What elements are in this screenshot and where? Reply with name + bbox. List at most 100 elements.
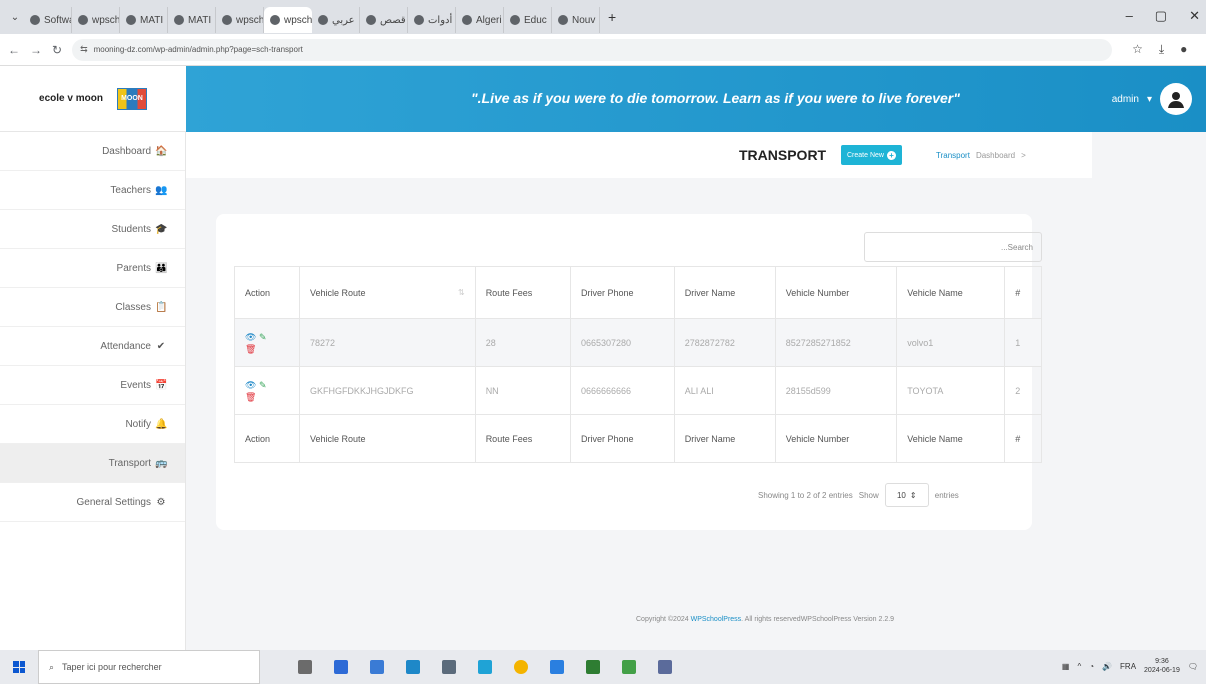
start-button[interactable] bbox=[0, 650, 38, 684]
bell-icon: 🔔 bbox=[155, 418, 168, 430]
user-menu[interactable]: admin ▾ bbox=[1112, 83, 1192, 115]
search-input[interactable]: ...Search bbox=[864, 232, 1042, 262]
browser-tab[interactable]: wpsch✕ bbox=[216, 7, 264, 33]
top-header: ".Live as if you were to die tomorrow. L… bbox=[186, 66, 1206, 132]
download-icon[interactable]: ⤓ bbox=[1159, 42, 1164, 57]
keyboard-icon[interactable]: ▦ bbox=[1062, 662, 1070, 671]
browser-tab[interactable]: wpsch✕ bbox=[72, 7, 120, 33]
app-icon[interactable] bbox=[370, 660, 384, 674]
col-action-footer: Action bbox=[234, 414, 300, 463]
edge-icon[interactable] bbox=[478, 660, 492, 674]
maximize-button[interactable]: ▢ bbox=[1155, 8, 1167, 24]
reload-icon[interactable]: ↻ bbox=[52, 43, 62, 57]
volume-icon[interactable]: 🔊 bbox=[1102, 662, 1112, 671]
col-vehicle-name-footer: Vehicle Name bbox=[896, 414, 1006, 463]
select-arrows-icon: ⇕ bbox=[909, 490, 917, 500]
minimize-button[interactable]: – bbox=[1126, 8, 1133, 24]
col-route-fees[interactable]: Route Fees bbox=[474, 266, 572, 319]
app-icon[interactable] bbox=[442, 660, 456, 674]
sidebar-item-attendance[interactable]: Attendance ✔ bbox=[0, 327, 185, 366]
col-driver-name[interactable]: Driver Name bbox=[673, 266, 776, 319]
create-new-button[interactable]: Create New + bbox=[841, 145, 902, 165]
sidebar-item-notify[interactable]: Notify 🔔 bbox=[0, 405, 185, 444]
chevron-up-icon[interactable]: ^ bbox=[1077, 662, 1081, 671]
browser-tab[interactable]: Nouv✕ bbox=[552, 7, 600, 33]
browser-tab-active[interactable]: wpsch✕ bbox=[264, 7, 312, 33]
app-icon[interactable] bbox=[622, 660, 636, 674]
notifications-icon[interactable]: 🗨 bbox=[1188, 662, 1198, 671]
edit-icon[interactable]: ✎ bbox=[259, 332, 267, 342]
view-eye-icon[interactable]: 👁 bbox=[245, 380, 256, 390]
view-eye-icon[interactable]: 👁 bbox=[245, 332, 256, 342]
network-icon[interactable]: ◔ bbox=[1089, 662, 1094, 671]
tab-search-icon[interactable]: ⌄ bbox=[6, 12, 24, 23]
language-indicator[interactable]: FRA bbox=[1120, 662, 1136, 671]
clock[interactable]: 9:36 2024-06-19 bbox=[1144, 657, 1180, 675]
profile-icon[interactable]: ● bbox=[1180, 42, 1187, 57]
app-icon[interactable] bbox=[658, 660, 672, 674]
browser-tab[interactable]: أدوات✕ bbox=[408, 7, 456, 33]
favicon-icon bbox=[366, 15, 376, 25]
new-tab-button[interactable]: + bbox=[600, 9, 624, 25]
cell-driver-phone: 0666666666 bbox=[570, 366, 675, 415]
sidebar-item-teachers[interactable]: Teachers 👥 bbox=[0, 171, 185, 210]
sidebar-item-students[interactable]: Students 🎓 bbox=[0, 210, 185, 249]
url-field[interactable]: ⇆ mooning-dz.com/wp-admin/admin.php?page… bbox=[72, 38, 1113, 61]
app-icon[interactable] bbox=[586, 660, 600, 674]
col-vehicle-number[interactable]: Vehicle Number bbox=[774, 266, 898, 319]
delete-trash-icon[interactable]: 🗑 bbox=[245, 391, 289, 403]
browser-tab[interactable]: Softwa✕ bbox=[24, 7, 72, 33]
sidebar-item-transport[interactable]: Transport 🚌 bbox=[0, 444, 185, 483]
favicon-icon bbox=[462, 15, 472, 25]
site-info-icon[interactable]: ⇆ bbox=[80, 44, 88, 55]
delete-trash-icon[interactable]: 🗑 bbox=[245, 343, 289, 355]
col-action[interactable]: Action bbox=[234, 266, 300, 319]
footer-brand-link[interactable]: WPSchoolPress bbox=[691, 616, 742, 623]
app-icon[interactable] bbox=[334, 660, 348, 674]
sidebar-item-general-settings[interactable]: General Settings ⚙ bbox=[0, 483, 185, 522]
brand[interactable]: ecole v moon MOON bbox=[0, 66, 186, 132]
cell-vehicle-route: GKFHGFDKKJHGJDKFG bbox=[298, 366, 476, 415]
browser-tab[interactable]: Algeri✕ bbox=[456, 7, 504, 33]
close-window-button[interactable]: ✕ bbox=[1189, 8, 1200, 24]
header-quote: ".Live as if you were to die tomorrow. L… bbox=[471, 90, 960, 106]
cell-driver-name: ALI ALI bbox=[673, 366, 776, 415]
favicon-icon bbox=[414, 15, 424, 25]
task-view-icon[interactable] bbox=[298, 660, 312, 674]
sidebar-item-events[interactable]: Events 📅 bbox=[0, 366, 185, 405]
browser-tab[interactable]: MATI✕ bbox=[120, 7, 168, 33]
browser-tab[interactable]: MATI✕ bbox=[168, 7, 216, 33]
classes-icon: 📋 bbox=[155, 301, 168, 313]
forward-icon[interactable]: → bbox=[30, 43, 42, 57]
cell-vehicle-name: volvo1 bbox=[896, 318, 1006, 367]
sidebar-item-classes[interactable]: Classes 📋 bbox=[0, 288, 185, 327]
table-footer-row: Action Vehicle Route Route Fees Driver P… bbox=[234, 414, 1042, 463]
browser-tab[interactable]: عربي✕ bbox=[312, 7, 360, 33]
teachers-icon: 👥 bbox=[155, 184, 168, 196]
cell-index: 2 bbox=[1004, 366, 1042, 415]
chrome-icon[interactable] bbox=[514, 660, 528, 674]
back-icon[interactable]: ← bbox=[8, 43, 20, 57]
taskbar-search[interactable]: ⌕ Taper ici pour rechercher bbox=[38, 650, 260, 684]
col-driver-phone[interactable]: Driver Phone bbox=[570, 266, 675, 319]
browser-tab[interactable]: Educ✕ bbox=[504, 7, 552, 33]
favicon-icon bbox=[558, 15, 568, 25]
page-length-select[interactable]: 10 ⇕ bbox=[884, 483, 929, 507]
app-icon[interactable] bbox=[550, 660, 564, 674]
cell-route-fees: 28 bbox=[474, 318, 572, 367]
avatar[interactable] bbox=[1160, 83, 1192, 115]
app-icon[interactable] bbox=[406, 660, 420, 674]
breadcrumb-dashboard-link[interactable]: Dashboard bbox=[976, 151, 1015, 160]
col-vehicle-route[interactable]: Vehicle Route ⇅ bbox=[298, 266, 476, 319]
sidebar-item-parents[interactable]: Parents 👪 bbox=[0, 249, 185, 288]
browser-tab[interactable]: قصص✕ bbox=[360, 7, 408, 33]
footer-copyright: Copyright ©2024 WPSchoolPress. All right… bbox=[636, 616, 895, 623]
main-content: TRANSPORT Create New + Transport Dashboa… bbox=[186, 132, 1206, 650]
col-vehicle-name[interactable]: Vehicle Name bbox=[896, 266, 1006, 319]
col-index[interactable]: # bbox=[1004, 266, 1042, 319]
cell-index: 1 bbox=[1004, 318, 1042, 367]
edit-icon[interactable]: ✎ bbox=[259, 380, 267, 390]
sidebar-item-dashboard[interactable]: Dashboard 🏠 bbox=[0, 132, 185, 171]
window-controls: – ▢ ✕ bbox=[1126, 8, 1200, 24]
bookmark-star-icon[interactable]: ☆ bbox=[1132, 42, 1143, 57]
